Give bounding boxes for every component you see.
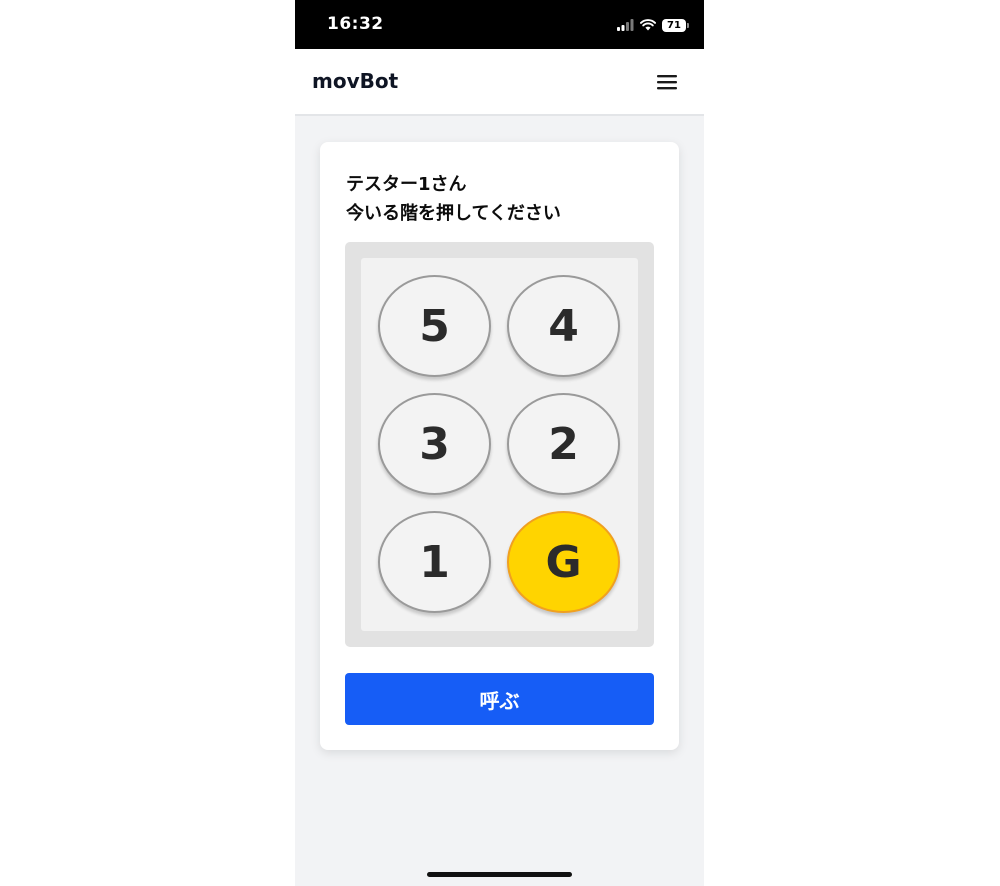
floor-button-1[interactable]: 1 xyxy=(378,511,491,613)
battery-level: 71 xyxy=(667,19,681,31)
instruction-text: 今いる階を押してください xyxy=(346,203,561,224)
floor-select-card: テスター1さん 今いる階を押してください 5 4 3 2 1 G 呼ぶ xyxy=(320,142,679,750)
signal-icon xyxy=(617,19,634,31)
floor-button-5[interactable]: 5 xyxy=(378,275,491,377)
floor-button-g[interactable]: G xyxy=(507,511,620,613)
floor-button-2[interactable]: 2 xyxy=(507,393,620,495)
battery-icon: 71 xyxy=(662,18,689,32)
menu-icon xyxy=(657,75,677,90)
call-button[interactable]: 呼ぶ xyxy=(345,673,654,725)
elevator-panel-inner: 5 4 3 2 1 G xyxy=(361,258,638,631)
app-title: movBot xyxy=(312,69,399,93)
menu-button[interactable] xyxy=(654,71,680,93)
home-indicator[interactable] xyxy=(427,872,572,877)
floor-button-4[interactable]: 4 xyxy=(507,275,620,377)
status-icons: 71 xyxy=(617,16,689,34)
app-header: movBot xyxy=(295,49,704,116)
elevator-panel: 5 4 3 2 1 G xyxy=(345,242,654,647)
status-time: 16:32 xyxy=(327,14,384,34)
phone-screen: 16:32 71 movBot テスター1さん 今いる階を押してください 5 4… xyxy=(295,0,704,886)
status-bar: 16:32 71 xyxy=(295,0,704,49)
floor-button-3[interactable]: 3 xyxy=(378,393,491,495)
wifi-icon xyxy=(640,19,656,31)
greeting-text: テスター1さん xyxy=(346,174,467,195)
